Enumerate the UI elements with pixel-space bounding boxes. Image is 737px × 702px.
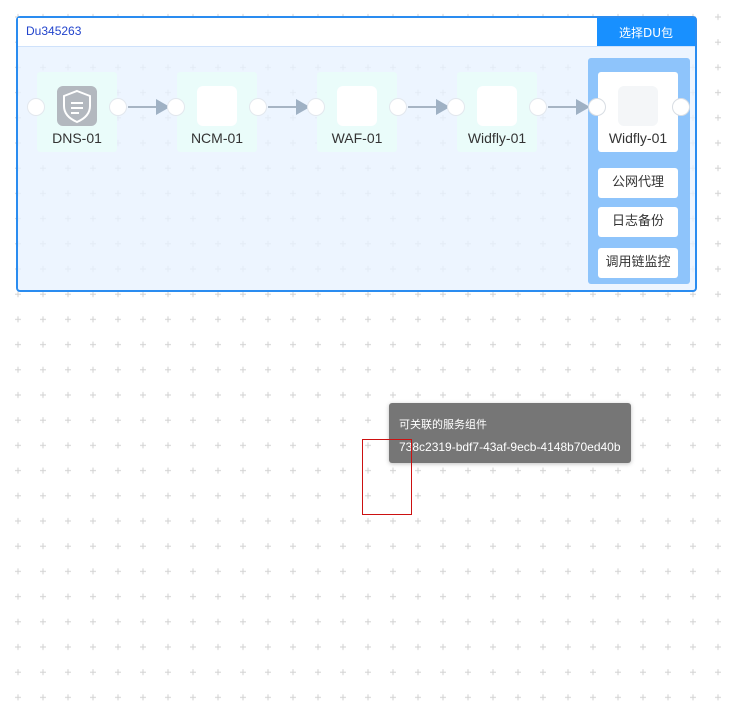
du-id-label: Du345263 bbox=[26, 24, 82, 38]
node-dns-01[interactable]: DNS-01 bbox=[27, 72, 127, 152]
node-label: NCM-01 bbox=[190, 130, 244, 146]
blank-icon bbox=[337, 86, 377, 126]
blank-icon bbox=[477, 86, 517, 126]
node-waf-01[interactable]: WAF-01 bbox=[307, 72, 407, 152]
output-port[interactable] bbox=[389, 98, 407, 116]
node-widfly-01[interactable]: Widfly-01 bbox=[447, 72, 547, 152]
input-port[interactable] bbox=[27, 98, 45, 116]
input-port[interactable] bbox=[588, 98, 606, 116]
output-port[interactable] bbox=[249, 98, 267, 116]
input-port[interactable] bbox=[167, 98, 185, 116]
node-ncm-01[interactable]: NCM-01 bbox=[167, 72, 267, 152]
shield-doc-icon bbox=[57, 86, 97, 126]
service-component-tooltip: 可关联的服务组件 738c2319-bdf7-43af-9ecb-4148b70… bbox=[389, 403, 631, 463]
select-du-package-button[interactable]: 选择DU包 bbox=[597, 18, 695, 46]
tooltip-title: 可关联的服务组件 bbox=[399, 418, 487, 431]
du-panel[interactable]: Du345263 选择DU包 DNS-01 NCM-01 WAF-01 Widf… bbox=[16, 16, 697, 292]
node-label: DNS-01 bbox=[52, 130, 102, 146]
chip-trace-monitor[interactable]: 调用链监控 bbox=[598, 248, 678, 278]
service-group[interactable]: Widfly-01 公网代理 日志备份 调用链监控 bbox=[588, 58, 690, 284]
input-port[interactable] bbox=[447, 98, 465, 116]
blank-icon bbox=[197, 86, 237, 126]
selection-rectangle[interactable] bbox=[362, 439, 412, 515]
output-port[interactable] bbox=[672, 98, 690, 116]
du-header: Du345263 选择DU包 bbox=[18, 18, 695, 47]
input-port[interactable] bbox=[307, 98, 325, 116]
blank-icon bbox=[618, 86, 658, 126]
node-label: WAF-01 bbox=[331, 130, 383, 146]
node-widfly-01-group[interactable]: Widfly-01 bbox=[588, 72, 690, 152]
output-port[interactable] bbox=[109, 98, 127, 116]
tooltip-component-id: 738c2319-bdf7-43af-9ecb-4148b70ed40b bbox=[399, 440, 621, 454]
chip-public-proxy[interactable]: 公网代理 bbox=[598, 168, 678, 198]
output-port[interactable] bbox=[529, 98, 547, 116]
node-label: Widfly-01 bbox=[467, 130, 527, 146]
node-label: Widfly-01 bbox=[608, 130, 668, 146]
chip-log-backup[interactable]: 日志备份 bbox=[598, 207, 678, 237]
